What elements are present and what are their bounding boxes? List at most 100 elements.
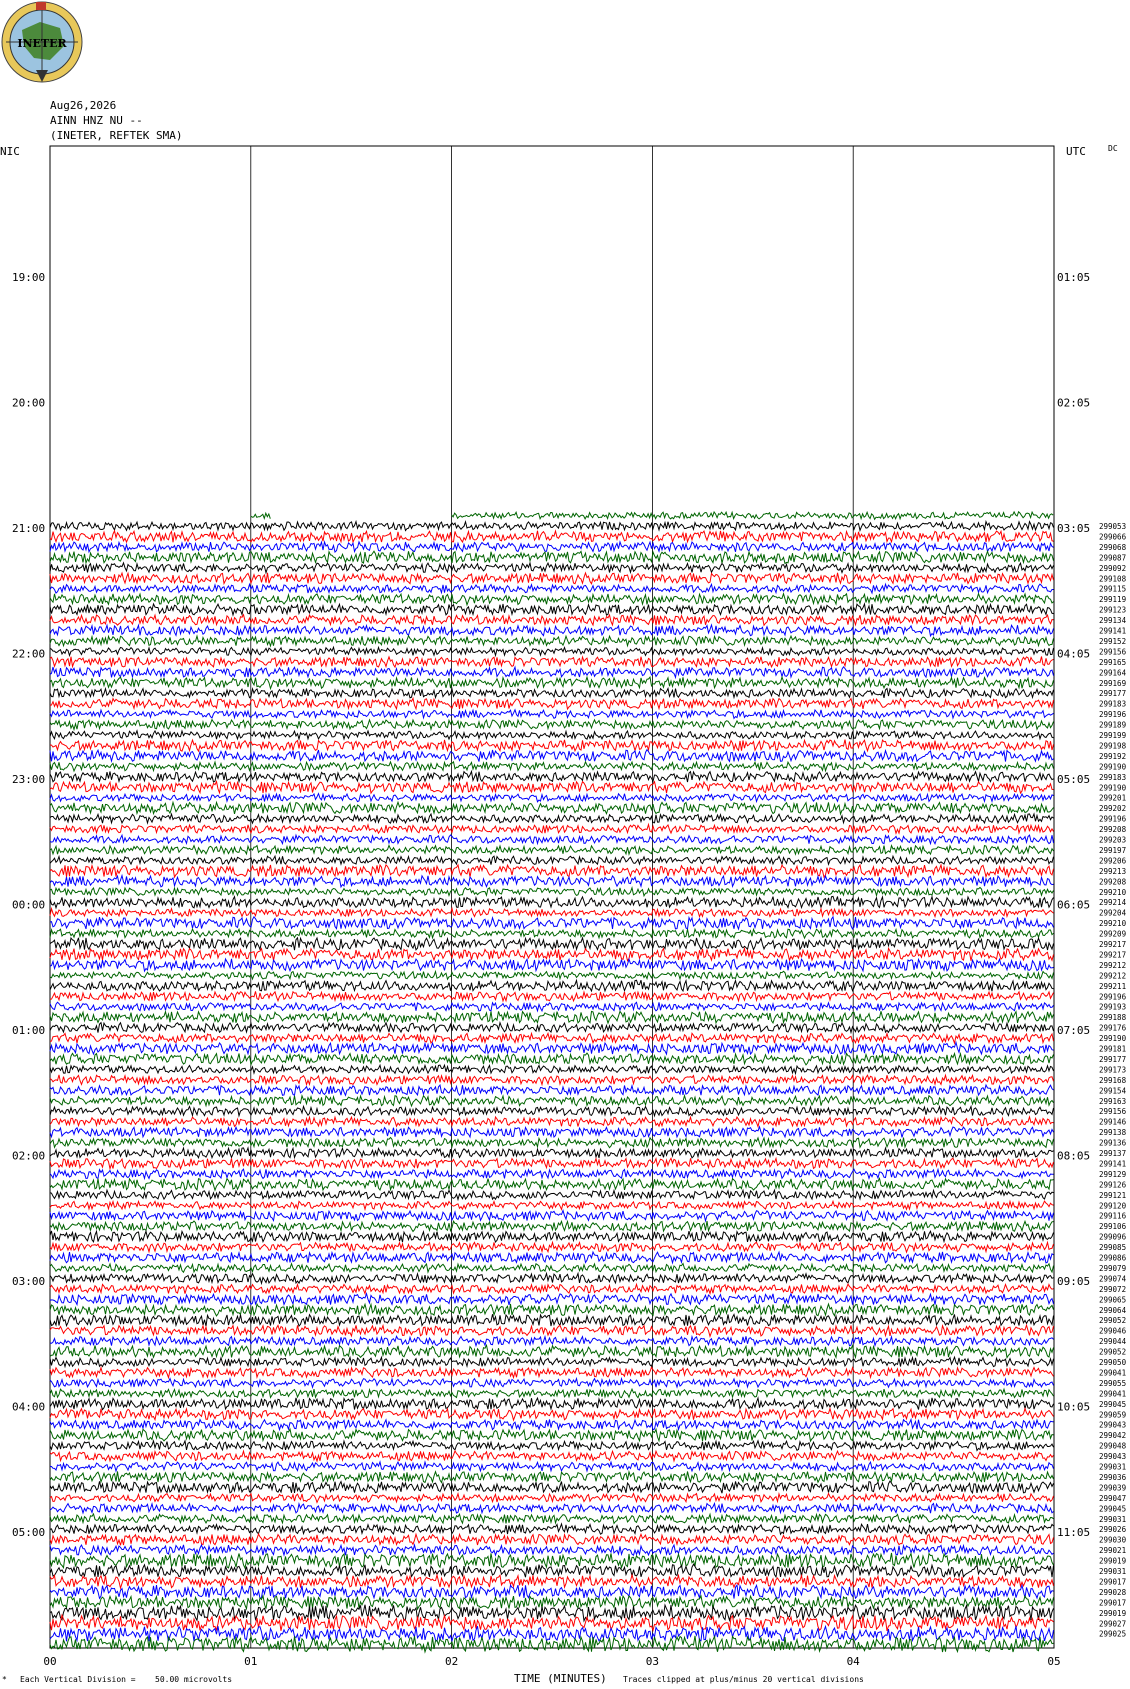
trace-line — [49, 844, 1054, 857]
x-tick-label: 05 — [1047, 1655, 1060, 1668]
trace-line — [49, 675, 1054, 691]
left-hour-label: 01:00 — [12, 1024, 45, 1037]
trace-line — [49, 696, 1054, 711]
trace-value-label: 299196 — [1099, 992, 1127, 1001]
trace-value-label: 299202 — [1099, 804, 1126, 813]
trace-line — [49, 1460, 1054, 1473]
trace-line — [49, 1146, 1054, 1160]
trace-line — [49, 927, 1054, 940]
trace-value-label: 299209 — [1099, 930, 1126, 939]
trace-line — [49, 571, 1054, 586]
trace-value-label: 299041 — [1099, 1389, 1126, 1398]
trace-value-label: 299096 — [1099, 1233, 1127, 1242]
trace-value-label: 299210 — [1099, 888, 1127, 897]
trace-line — [49, 519, 1054, 533]
trace-line — [49, 1093, 1054, 1108]
trace-value-label: 299043 — [1099, 1452, 1126, 1461]
trace-value-label: 299212 — [1099, 971, 1126, 980]
trace-line — [49, 769, 1054, 784]
trace-value-label: 299086 — [1099, 1254, 1127, 1263]
left-hour-label: 00:00 — [12, 899, 45, 912]
trace-line — [49, 936, 1054, 952]
trace-line — [49, 1334, 1054, 1348]
trace-line — [49, 1083, 1054, 1097]
trace-value-label: 299025 — [1099, 1630, 1126, 1639]
trace-line — [49, 894, 1054, 910]
trace-value-label: 299044 — [1099, 1337, 1127, 1346]
trace-value-label: 299042 — [1099, 1431, 1126, 1440]
trace-line — [49, 1355, 1054, 1369]
trace-line — [49, 634, 1054, 648]
trace-value-label: 299146 — [1099, 1118, 1127, 1127]
trace-value-label: 299039 — [1099, 1483, 1126, 1492]
trace-line — [49, 1552, 1054, 1570]
trace-value-label: 299201 — [1099, 794, 1126, 803]
trace-line — [49, 1417, 1054, 1432]
trace-value-label: 299030 — [1099, 1536, 1127, 1545]
trace-line — [49, 1302, 1054, 1318]
trace-line — [49, 792, 1054, 804]
trace-line — [49, 833, 1054, 846]
trace-line — [49, 1188, 1054, 1202]
footer-marker-icon: * — [2, 1675, 7, 1684]
trace-value-label: 299092 — [1099, 564, 1126, 573]
trace-line — [49, 1115, 1054, 1129]
trace-line — [49, 1469, 1054, 1484]
trace-value-label: 299156 — [1099, 647, 1127, 656]
trace-value-label: 299036 — [1099, 1473, 1127, 1482]
trace-line — [49, 1439, 1054, 1452]
trace-value-label: 299048 — [1099, 1442, 1127, 1451]
x-tick-label: 03 — [646, 1655, 659, 1668]
trace-line — [49, 1543, 1054, 1557]
trace-value-label: 299141 — [1099, 1159, 1126, 1168]
trace-line — [49, 613, 1054, 627]
right-hour-label: 04:05 — [1057, 648, 1090, 661]
trace-value-label: 299065 — [1099, 1295, 1126, 1304]
trace-value-label: 299156 — [1099, 1107, 1127, 1116]
trace-value-label: 299213 — [1099, 867, 1126, 876]
trace-value-label: 299165 — [1099, 658, 1126, 667]
trace-value-label: 299173 — [1099, 1065, 1126, 1074]
trace-value-label: 299017 — [1099, 1598, 1126, 1607]
trace-value-label: 299045 — [1099, 1400, 1126, 1409]
trace-line — [49, 645, 1054, 658]
trace-value-label: 299041 — [1099, 1368, 1126, 1377]
trace-line — [49, 718, 1054, 732]
trace-line — [49, 738, 1054, 753]
left-hour-label: 03:00 — [12, 1275, 45, 1288]
trace-value-label: 299116 — [1099, 1212, 1127, 1221]
trace-value-label: 299152 — [1099, 637, 1126, 646]
trace-value-label: 299217 — [1099, 940, 1126, 949]
left-hour-label: 02:00 — [12, 1150, 45, 1163]
trace-value-label: 299196 — [1099, 710, 1127, 719]
trace-line — [49, 854, 1054, 867]
x-tick-label: 04 — [847, 1655, 861, 1668]
trace-value-label: 299079 — [1099, 1264, 1126, 1273]
trace-value-label: 299176 — [1099, 1024, 1127, 1033]
trace-line — [49, 1156, 1054, 1171]
trace-line — [49, 822, 1054, 835]
trace-value-label: 299203 — [1099, 836, 1126, 845]
trace-line — [49, 1073, 1054, 1087]
trace-line — [49, 800, 1054, 816]
trace-line — [49, 1271, 1054, 1286]
trace-value-label: 299064 — [1099, 1306, 1127, 1315]
trace-line — [49, 1449, 1054, 1463]
trace-line — [49, 1313, 1054, 1328]
trace-line — [49, 1125, 1054, 1139]
trace-line — [49, 1522, 1054, 1536]
trace-line — [49, 1040, 1054, 1056]
trace-line — [49, 1365, 1054, 1380]
right-hour-label: 02:05 — [1057, 397, 1090, 410]
footer-clip-note: Traces clipped at plus/minus 20 vertical… — [623, 1675, 864, 1684]
trace-value-label: 299106 — [1099, 1222, 1127, 1231]
right-hour-label: 01:05 — [1057, 271, 1090, 284]
trace-line — [49, 549, 1054, 565]
trace-value-label: 299183 — [1099, 700, 1126, 709]
left-hour-label: 19:00 — [12, 271, 45, 284]
trace-line — [49, 1343, 1054, 1360]
right-hour-label: 09:05 — [1057, 1275, 1090, 1288]
trace-line — [49, 873, 1054, 889]
left-hour-label: 04:00 — [12, 1401, 45, 1414]
right-hour-label: 05:05 — [1057, 773, 1090, 786]
